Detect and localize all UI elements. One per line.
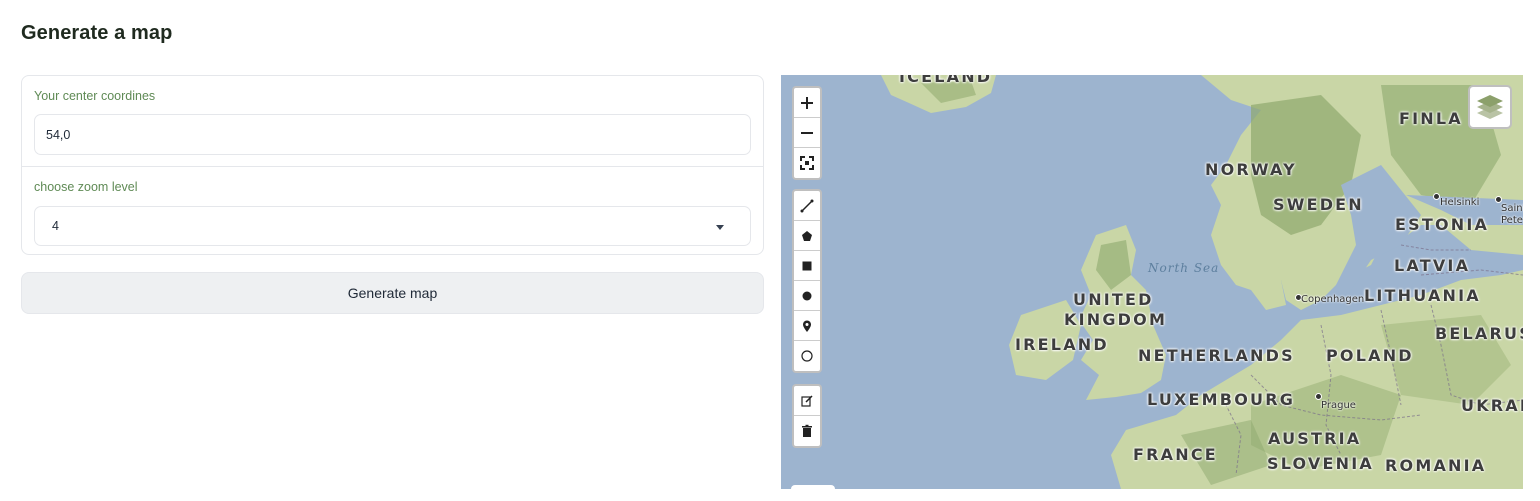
draw-circle-marker-button[interactable] <box>794 281 820 311</box>
draw-toolbar <box>792 189 822 373</box>
fullscreen-button[interactable] <box>794 148 820 178</box>
map-label-uk-line2: KINGDOM <box>1064 310 1168 329</box>
map-label-austria: AUSTRIA <box>1268 429 1362 448</box>
zoom-in-button[interactable] <box>794 88 820 118</box>
city-marker-icon <box>1433 193 1440 200</box>
map-base-layer <box>781 75 1523 489</box>
zoom-out-icon <box>801 131 813 134</box>
map-label-helsinki: Helsinki <box>1440 197 1480 208</box>
trash-icon <box>802 424 812 437</box>
zoom-level-value: 4 <box>52 219 59 233</box>
map-label-france: FRANCE <box>1133 445 1218 464</box>
map-label-luxembourg: LUXEMBOURG <box>1147 390 1296 409</box>
map-label-estonia: ESTONIA <box>1395 215 1490 234</box>
delete-layers-button[interactable] <box>794 416 820 446</box>
map-label-belarus: BELARUS <box>1435 324 1523 343</box>
city-marker-icon <box>1315 393 1322 400</box>
map-label-norway: NORWAY <box>1205 160 1297 179</box>
draw-rectangle-button[interactable] <box>794 251 820 281</box>
map-label-finland: FINLA <box>1399 109 1463 128</box>
map-label-netherlands: NETHERLANDS <box>1138 346 1295 365</box>
layers-control-button[interactable] <box>1468 85 1512 129</box>
zoom-level-select[interactable]: 4 <box>34 206 751 246</box>
zoom-level-label: choose zoom level <box>34 180 138 194</box>
fullscreen-icon <box>800 156 814 170</box>
polyline-icon <box>800 199 814 212</box>
map-label-north-sea: North Sea <box>1148 261 1220 275</box>
map-label-iceland: ICELAND <box>899 75 993 86</box>
edit-toolbar <box>792 384 822 448</box>
circle-marker-icon <box>802 291 812 300</box>
map-attribution <box>791 485 835 489</box>
generate-map-button[interactable]: Generate map <box>21 272 764 314</box>
map-label-poland: POLAND <box>1326 346 1414 365</box>
draw-marker-button[interactable] <box>794 311 820 341</box>
edit-icon <box>801 394 813 407</box>
map-label-uk-line1: UNITED <box>1073 290 1154 309</box>
zoom-controls <box>792 86 822 180</box>
coordinates-field-block: Your center coordines <box>22 76 763 166</box>
edit-layers-button[interactable] <box>794 386 820 416</box>
zoom-field-block: choose zoom level 4 <box>22 166 763 254</box>
zoom-in-icon <box>801 96 813 109</box>
zoom-out-button[interactable] <box>794 118 820 148</box>
map-label-romania: ROMANIA <box>1385 456 1487 475</box>
map-label-ireland: IRELAND <box>1015 335 1109 354</box>
polygon-icon <box>802 230 812 241</box>
city-marker-icon <box>1495 196 1502 203</box>
marker-icon <box>803 320 811 332</box>
rectangle-icon <box>802 261 812 270</box>
map-label-saint: Saint <box>1501 203 1523 214</box>
layers-icon <box>1477 95 1503 119</box>
map-view[interactable]: ICELAND NORWAY SWEDEN FINLA ESTONIA LATV… <box>781 75 1523 489</box>
settings-form: Your center coordines choose zoom level … <box>21 75 764 255</box>
draw-circle-button[interactable] <box>794 341 820 371</box>
map-label-sweden: SWEDEN <box>1273 195 1364 214</box>
page-title: Generate a map <box>21 22 173 44</box>
map-label-prague: Prague <box>1321 400 1356 411</box>
chevron-down-icon <box>716 225 724 230</box>
map-label-latvia: LATVIA <box>1394 256 1471 275</box>
coordinates-label: Your center coordines <box>34 89 156 103</box>
map-label-lithuania: LITHUANIA <box>1364 286 1481 305</box>
draw-polygon-button[interactable] <box>794 221 820 251</box>
draw-polyline-button[interactable] <box>794 191 820 221</box>
coordinates-input[interactable] <box>34 114 751 155</box>
map-label-slovenia: SLOVENIA <box>1267 454 1374 473</box>
circle-icon <box>801 350 813 362</box>
map-label-pete: Pete <box>1501 215 1523 226</box>
map-label-ukraine: UKRAI <box>1461 396 1523 415</box>
map-label-copenhagen: Copenhagen <box>1301 294 1365 305</box>
